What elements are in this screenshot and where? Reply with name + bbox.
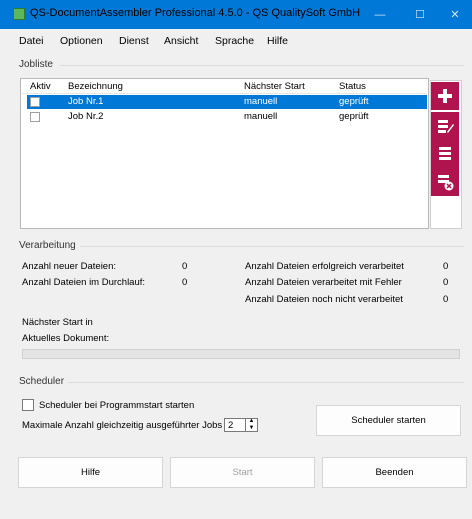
menu-dienst[interactable]: Dienst	[119, 35, 149, 47]
verarbeitung-label: Verarbeitung	[19, 240, 76, 251]
success-files-value: 0	[443, 261, 449, 272]
row-next-start: manuell	[244, 96, 278, 107]
window-title: QS-DocumentAssembler Professional 4.5.0 …	[30, 7, 361, 19]
error-files-label: Anzahl Dateien verarbeitet mit Fehler	[245, 277, 402, 288]
scheduler-label: Scheduler	[19, 376, 65, 387]
menu-datei[interactable]: Datei	[19, 35, 44, 47]
list-delete-icon	[438, 175, 454, 191]
minimize-icon: —	[374, 8, 386, 21]
row-status: geprüft	[339, 96, 369, 107]
row-name: Job Nr.1	[68, 96, 104, 107]
start-button[interactable]: Start	[170, 457, 315, 488]
current-document-label: Aktuelles Dokument:	[22, 333, 110, 344]
scheduler-autostart-checkbox[interactable]	[22, 399, 34, 411]
row-name: Job Nr.2	[68, 111, 104, 122]
jobliste-divider	[60, 65, 464, 66]
delete-job-button[interactable]	[431, 168, 459, 196]
menu-optionen[interactable]: Optionen	[60, 35, 103, 47]
max-jobs-label: Maximale Anzahl gleichzeitig ausgeführte…	[22, 420, 223, 431]
column-header-naechster-start[interactable]: Nächster Start	[244, 81, 305, 92]
spin-down-icon[interactable]: ▼	[246, 425, 257, 432]
max-jobs-value[interactable]: 2	[228, 420, 233, 431]
pending-files-value: 0	[443, 294, 449, 305]
menu-hilfe[interactable]: Hilfe	[267, 35, 288, 47]
maximize-icon: ☐	[415, 9, 425, 21]
column-header-aktiv[interactable]: Aktiv	[30, 81, 51, 92]
maximize-button[interactable]: ☐	[400, 0, 440, 29]
scheduler-start-button[interactable]: Scheduler starten	[316, 405, 461, 436]
close-button[interactable]: ✕	[435, 0, 472, 29]
spin-arrows[interactable]: ▲ ▼	[245, 418, 257, 432]
scheduler-autostart-label: Scheduler bei Programmstart starten	[39, 400, 195, 411]
verarbeitung-divider	[80, 246, 464, 247]
success-files-label: Anzahl Dateien erfolgreich verarbeitet	[245, 261, 404, 272]
copy-job-button[interactable]	[431, 140, 459, 168]
column-header-status[interactable]: Status	[339, 81, 366, 92]
list-copy-icon	[439, 147, 451, 160]
files-in-run-label: Anzahl Dateien im Durchlauf:	[22, 277, 146, 288]
pending-files-label: Anzahl Dateien noch nicht verarbeitet	[245, 294, 403, 305]
next-start-label: Nächster Start in	[22, 317, 93, 328]
add-job-button[interactable]	[431, 82, 459, 110]
progress-bar	[22, 349, 460, 359]
error-files-value: 0	[443, 277, 449, 288]
files-in-run-value: 0	[182, 277, 188, 288]
exit-button[interactable]: Beenden	[322, 457, 467, 488]
menu-sprache[interactable]: Sprache	[215, 35, 254, 47]
edit-list-icon	[438, 120, 454, 133]
minimize-button[interactable]: —	[360, 0, 400, 29]
plus-icon	[438, 89, 452, 103]
edit-job-button[interactable]	[431, 112, 459, 140]
menu-ansicht[interactable]: Ansicht	[164, 35, 198, 47]
new-files-value: 0	[182, 261, 188, 272]
scheduler-divider	[68, 382, 464, 383]
row-status: geprüft	[339, 111, 369, 122]
row-active-checkbox[interactable]	[30, 97, 40, 107]
new-files-label: Anzahl neuer Dateien:	[22, 261, 117, 272]
column-header-bezeichnung[interactable]: Bezeichnung	[68, 81, 123, 92]
help-button[interactable]: Hilfe	[18, 457, 163, 488]
jobliste-label: Jobliste	[19, 59, 53, 70]
close-icon: ✕	[450, 9, 460, 21]
row-active-checkbox[interactable]	[30, 112, 40, 122]
app-icon	[13, 8, 25, 20]
row-next-start: manuell	[244, 111, 278, 122]
header-divider	[22, 93, 427, 94]
spin-up-icon[interactable]: ▲	[246, 418, 257, 425]
